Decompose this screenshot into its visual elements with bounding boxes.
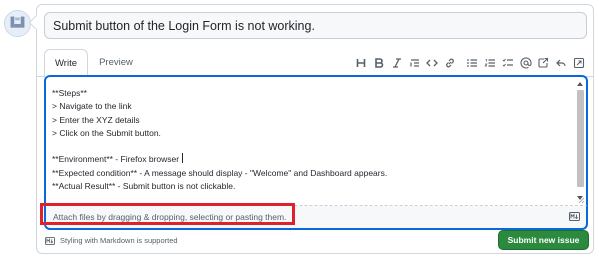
text-caret <box>182 153 184 164</box>
avatar-identicon <box>5 11 30 36</box>
tab-write[interactable]: Write <box>44 49 88 78</box>
editor-line: **Actual Result** - Submit button is not… <box>52 181 236 192</box>
editor-line: **Expected condition** - A message shoul… <box>52 167 388 178</box>
tab-preview[interactable]: Preview <box>93 49 139 77</box>
submit-new-issue-button[interactable]: Submit new issue <box>498 230 589 250</box>
annotation-highlight-box <box>40 203 295 225</box>
editor-line: > Enter the XYZ details <box>52 114 140 125</box>
expand-icon[interactable] <box>571 55 587 71</box>
editor-line-text: **Environment** - Firefox browser <box>52 154 180 165</box>
editor-scrollbar[interactable] <box>576 80 585 202</box>
scrollbar-thumb[interactable] <box>577 90 584 187</box>
link-icon[interactable] <box>442 55 458 71</box>
ordered-list-icon[interactable] <box>482 55 498 71</box>
markdown-note-label: Styling with Markdown is supported <box>60 236 178 245</box>
markdown-icon <box>569 212 580 221</box>
reference-icon[interactable] <box>535 55 551 71</box>
code-icon[interactable] <box>424 55 440 71</box>
heading-icon[interactable] <box>353 55 369 71</box>
avatar <box>4 10 31 37</box>
comment-body-editor[interactable]: **Steps** > Navigate to the link > Enter t… <box>44 75 588 206</box>
scroll-up-arrow[interactable] <box>577 82 583 86</box>
issue-title-input[interactable] <box>44 12 587 39</box>
editor-line: > Navigate to the link <box>52 101 132 112</box>
italic-icon[interactable] <box>389 55 405 71</box>
editor-line: **Steps** <box>52 88 87 98</box>
markdown-toolbar <box>351 49 587 77</box>
editor-tabbar: Write Preview <box>37 49 593 78</box>
editor-line: > Click on the Submit button. <box>52 127 161 138</box>
comment-body-text[interactable]: **Steps** > Navigate to the link > Enter t… <box>52 87 387 193</box>
resize-handle-icon[interactable] <box>578 197 585 204</box>
unordered-list-icon[interactable] <box>464 55 480 71</box>
reply-icon[interactable] <box>553 55 569 71</box>
markdown-icon <box>45 236 55 245</box>
mention-icon[interactable] <box>518 55 534 71</box>
markdown-support-note[interactable]: Styling with Markdown is supported <box>45 236 178 245</box>
bold-icon[interactable] <box>371 55 387 71</box>
editor-line: **Environment** - Firefox browser <box>52 153 387 166</box>
quote-icon[interactable] <box>407 55 423 71</box>
task-list-icon[interactable] <box>500 55 516 71</box>
